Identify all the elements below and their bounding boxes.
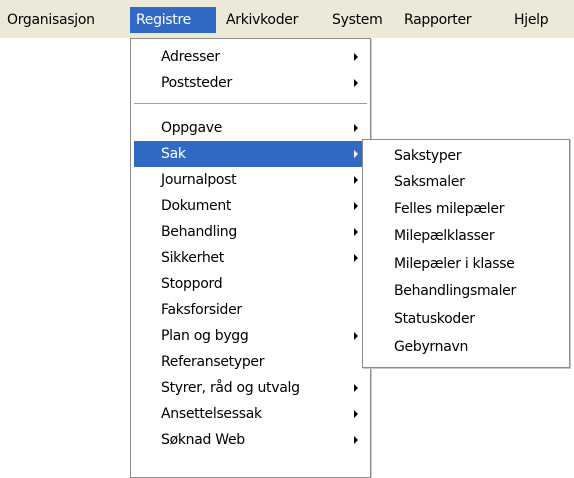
submenu-arrow-icon <box>354 202 358 210</box>
menu-item-label: Behandling <box>161 224 237 240</box>
submenu-arrow-icon <box>354 436 358 444</box>
menu-item-label: Sikkerhet <box>161 250 224 266</box>
menu-item-plan-og-bygg[interactable]: Plan og bygg <box>134 323 367 349</box>
menu-separator <box>134 103 367 105</box>
menu-item-sak[interactable]: Sak <box>134 141 367 167</box>
menu-organisasjon[interactable]: Organisasjon <box>1 7 101 33</box>
menu-item-label: Sak <box>161 146 186 162</box>
menu-item-label: Poststeder <box>161 75 232 91</box>
menu-item-dokument[interactable]: Dokument <box>134 193 367 219</box>
menu-item-ansettelsessak[interactable]: Ansettelsessak <box>134 401 367 427</box>
submenu-item-behandlingsmaler[interactable]: Behandlingsmaler <box>366 278 566 304</box>
menu-item-behandling[interactable]: Behandling <box>134 219 367 245</box>
submenu-item-milepaelklasser[interactable]: Milepælklasser <box>366 223 566 249</box>
menu-item-poststeder[interactable]: Poststeder <box>134 70 367 96</box>
submenu-item-milepaeler-i-klasse[interactable]: Milepæler i klasse <box>366 251 566 277</box>
menu-item-stoppord[interactable]: Stoppord <box>134 271 367 297</box>
menu-hjelp[interactable]: Hjelp <box>508 7 554 33</box>
menu-item-faksforsider[interactable]: Faksforsider <box>134 297 367 323</box>
submenu-arrow-icon <box>354 410 358 418</box>
menu-item-referansetyper[interactable]: Referansetyper <box>134 349 367 375</box>
submenu-item-statuskoder[interactable]: Statuskoder <box>366 306 566 332</box>
menu-item-soknad-web[interactable]: Søknad Web <box>134 427 367 453</box>
submenu-item-gebyrnavn[interactable]: Gebyrnavn <box>366 334 566 360</box>
submenu-arrow-icon <box>354 79 358 87</box>
sak-submenu: Sakstyper Saksmaler Felles milepæler Mil… <box>362 139 570 368</box>
menu-item-oppgave[interactable]: Oppgave <box>134 115 367 141</box>
submenu-arrow-icon <box>354 150 358 158</box>
menu-item-label: Journalpost <box>161 172 237 188</box>
menu-item-label: Referansetyper <box>161 354 265 370</box>
submenu-arrow-icon <box>354 254 358 262</box>
submenu-arrow-icon <box>354 228 358 236</box>
submenu-arrow-icon <box>354 332 358 340</box>
menu-registre[interactable]: Registre <box>130 7 216 33</box>
menu-system[interactable]: System <box>326 7 388 33</box>
menu-item-label: Ansettelsessak <box>161 406 262 422</box>
menu-arkivkoder[interactable]: Arkivkoder <box>220 7 304 33</box>
menu-item-label: Dokument <box>161 198 232 214</box>
menu-item-styrer-rad-og-utvalg[interactable]: Styrer, råd og utvalg <box>134 375 367 401</box>
menu-item-label: Plan og bygg <box>161 328 249 344</box>
registre-dropdown: Adresser Poststeder Oppgave Sak Journalp… <box>130 38 371 478</box>
menu-item-label: Adresser <box>161 49 220 65</box>
menu-item-label: Faksforsider <box>161 302 242 318</box>
menu-rapporter[interactable]: Rapporter <box>398 7 477 33</box>
submenu-item-sakstyper[interactable]: Sakstyper <box>366 143 566 169</box>
menu-item-sikkerhet[interactable]: Sikkerhet <box>134 245 367 271</box>
submenu-arrow-icon <box>354 176 358 184</box>
submenu-arrow-icon <box>354 53 358 61</box>
submenu-item-saksmaler[interactable]: Saksmaler <box>366 169 566 195</box>
submenu-arrow-icon <box>354 384 358 392</box>
menu-item-adresser[interactable]: Adresser <box>134 44 367 70</box>
menu-item-journalpost[interactable]: Journalpost <box>134 167 367 193</box>
menu-item-label: Stoppord <box>161 276 223 292</box>
submenu-arrow-icon <box>354 124 358 132</box>
submenu-item-felles-milepaeler[interactable]: Felles milepæler <box>366 196 566 222</box>
menu-item-label: Styrer, råd og utvalg <box>161 380 300 396</box>
menu-item-label: Søknad Web <box>161 432 245 448</box>
menu-item-label: Oppgave <box>161 120 223 136</box>
menu-bar: Organisasjon Registre Arkivkoder System … <box>0 0 574 38</box>
